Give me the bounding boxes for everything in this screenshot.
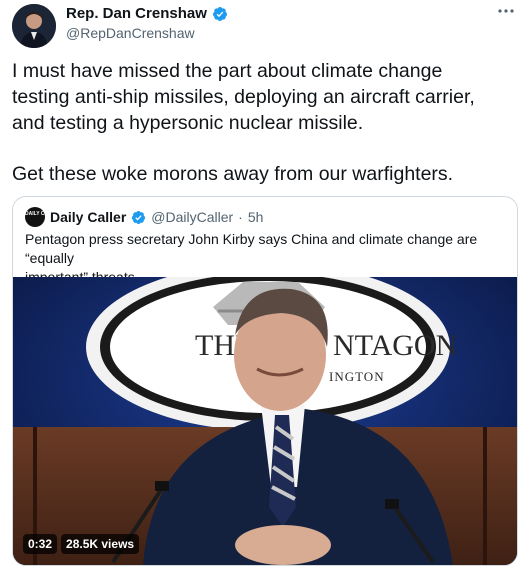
tweet-line: I must have missed the part about climat… bbox=[12, 60, 443, 82]
logo-text: DAILY CALLER bbox=[25, 211, 45, 217]
quoted-text-line: Pentagon press secretary John Kirby says… bbox=[25, 231, 478, 266]
quoted-timestamp[interactable]: 5h bbox=[248, 209, 264, 225]
video-views: 28.5K views bbox=[61, 534, 140, 554]
quoted-author-handle[interactable]: @DailyCaller bbox=[151, 209, 233, 225]
avatar-image bbox=[12, 4, 56, 48]
author-name[interactable]: Rep. Dan Crenshaw bbox=[66, 5, 207, 22]
more-dots-icon bbox=[498, 9, 514, 13]
separator-dot: · bbox=[238, 209, 243, 225]
verified-badge-icon bbox=[132, 210, 146, 224]
verified-badge-icon bbox=[212, 6, 227, 21]
daily-caller-logo[interactable]: DAILY CALLER bbox=[25, 207, 45, 227]
video-duration: 0:32 bbox=[23, 534, 58, 554]
seal-subtext: INGTON bbox=[329, 369, 385, 384]
quoted-author-name[interactable]: Daily Caller bbox=[50, 209, 126, 225]
author-name-row[interactable]: Rep. Dan Crenshaw bbox=[66, 5, 228, 22]
more-options-icon[interactable] bbox=[491, 2, 521, 24]
video-player[interactable]: THE NTAGON INGTON 0:32 28.5K views bbox=[13, 277, 517, 565]
tweet-text: I must have missed the part about climat… bbox=[12, 58, 522, 187]
tweet-line: and testing a hypersonic nuclear missile… bbox=[12, 112, 364, 134]
video-info: 0:32 28.5K views bbox=[23, 534, 140, 554]
tweet-line: testing anti-ship missiles, deploying an… bbox=[12, 86, 475, 108]
video-frame: THE NTAGON INGTON bbox=[13, 277, 517, 565]
quoted-header: DAILY CALLER Daily Caller @DailyCaller ·… bbox=[25, 207, 263, 227]
tweet-line: Get these woke morons away from our warf… bbox=[12, 163, 454, 185]
seal-text-right: NTAGON bbox=[333, 329, 457, 362]
author-handle[interactable]: @RepDanCrenshaw bbox=[66, 25, 195, 41]
quoted-tweet[interactable]: DAILY CALLER Daily Caller @DailyCaller ·… bbox=[12, 196, 518, 566]
author-avatar[interactable] bbox=[12, 4, 56, 48]
